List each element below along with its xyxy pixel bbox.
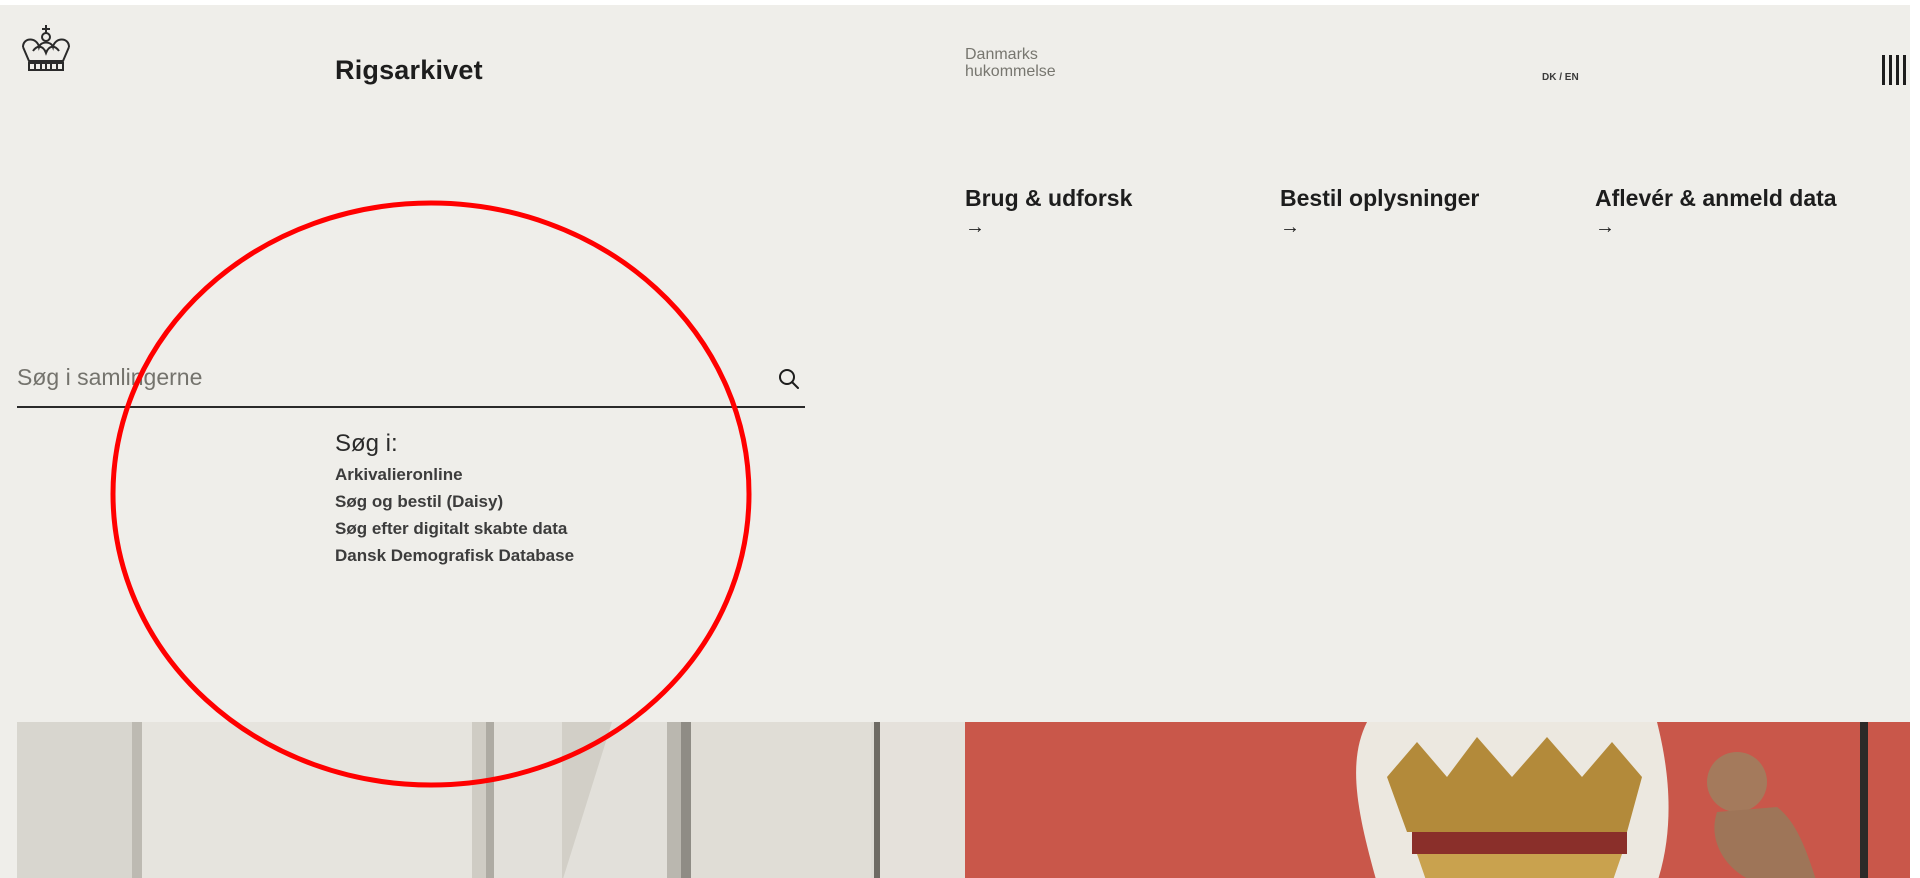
- tagline-line-2: hukommelse: [965, 63, 1056, 80]
- tagline: Danmarks hukommelse: [965, 46, 1125, 80]
- arrow-right-icon: →: [965, 216, 985, 238]
- language-switch[interactable]: DK / EN: [1542, 72, 1579, 83]
- search-icon[interactable]: [777, 367, 801, 391]
- search-in-title: Søg i:: [335, 430, 398, 457]
- nav-item-brug-udforsk[interactable]: Brug & udforsk →: [965, 185, 1132, 239]
- search-link-demografisk-database[interactable]: Dansk Demografisk Database: [335, 542, 574, 569]
- page: Rigsarkivet Danmarks hukommelse DK / EN …: [0, 5, 1910, 878]
- search-in-list: Søg i: Arkivalieronline Søg og bestil (D…: [335, 430, 574, 569]
- hero-image: [17, 722, 1910, 878]
- site-title[interactable]: Rigsarkivet: [335, 55, 483, 86]
- royal-crown-icon[interactable]: [17, 23, 75, 75]
- nav-item-aflever-anmeld-data[interactable]: Aflevér & anmeld data →: [1595, 185, 1837, 239]
- nav-item-label: Bestil oplysninger: [1280, 185, 1480, 211]
- search-input[interactable]: [17, 360, 737, 394]
- search-link-digital-data[interactable]: Søg efter digitalt skabte data: [335, 515, 574, 542]
- search-bar: [17, 350, 805, 408]
- search-link-daisy[interactable]: Søg og bestil (Daisy): [335, 488, 574, 515]
- search-link-arkivalieronline[interactable]: Arkivalieronline: [335, 461, 574, 488]
- nav-item-label: Brug & udforsk: [965, 185, 1133, 211]
- arrow-right-icon: →: [1595, 216, 1615, 238]
- nav-item-label: Aflevér & anmeld data: [1595, 185, 1837, 211]
- nav-item-bestil-oplysninger[interactable]: Bestil oplysninger →: [1280, 185, 1479, 239]
- arrow-right-icon: →: [1280, 216, 1300, 238]
- menu-bars-icon[interactable]: [1881, 54, 1907, 86]
- tagline-line-1: Danmarks: [965, 46, 1038, 63]
